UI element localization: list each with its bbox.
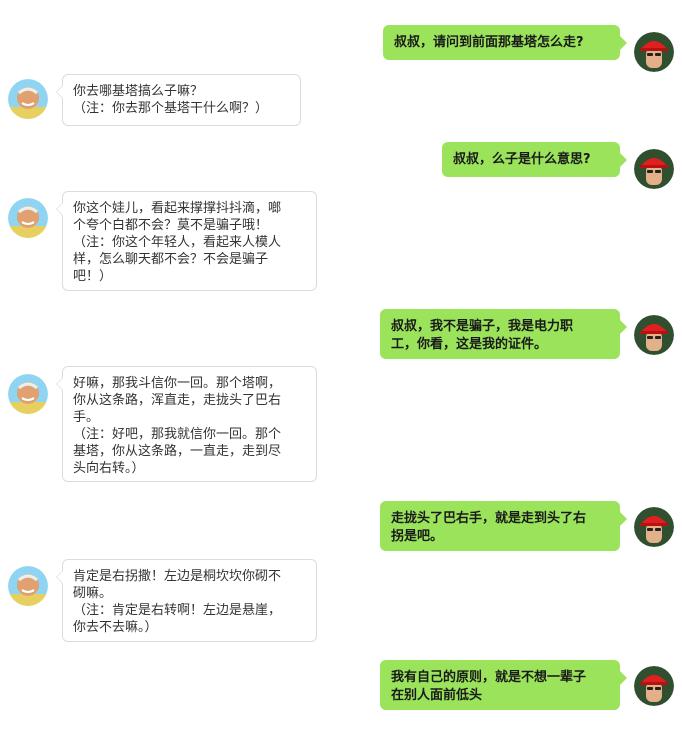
worker-avatar[interactable] (634, 315, 674, 355)
message-text-line: 在别人面前低头 (391, 688, 483, 703)
message-text-line: 叔叔，么子是什么意思? (453, 152, 591, 167)
worker-avatar[interactable] (634, 32, 674, 72)
message-text-line: （注：你去那个基塔干什么啊？） (73, 101, 269, 116)
message-text-line: 工，你看，这是我的证件。 (391, 337, 548, 352)
message-text-line: （注：肯定是右转啊！左边是悬崖， (73, 603, 282, 618)
message-text-line: 手。 (73, 410, 100, 425)
worker-avatar[interactable] (634, 149, 674, 189)
message-bubble-villager: 肯定是右拐撒！左边是桐坎坎你砌不 砌嘛。 （注：肯定是右转啊！左边是悬崖， 你去… (56, 559, 317, 642)
worker-avatar[interactable] (634, 666, 674, 706)
message-bubble-worker: 我有自己的原则，就是不想一辈子 在别人面前低头 (380, 660, 627, 710)
message-bubble-worker: 走拢头了巴右手，就是走到头了右 拐是吧。 (380, 501, 627, 551)
message-text-line: 你从这条路，浑直走，走拢头了巴右 (73, 393, 282, 408)
old-man-avatar[interactable] (8, 566, 48, 606)
message-text-line: 肯定是右拐撒！左边是桐坎坎你砌不 (73, 569, 282, 584)
message-text-line: 叔叔，我不是骗子，我是电力职 (391, 319, 574, 334)
message-text-line: 好嘛，那我斗信你一回。那个塔啊， (73, 376, 282, 391)
message-text-line: 个夸个白都不会？莫不是骗子哦！ (73, 218, 269, 233)
message-text-line: 你这个娃儿，看起来撑撑抖抖滴，啷 (73, 201, 282, 216)
message-text-line: 走拢头了巴右手，就是走到头了右 (391, 511, 587, 526)
old-man-avatar[interactable] (8, 198, 48, 238)
message-bubble-worker: 叔叔，请问到前面那基塔怎么走? (383, 25, 627, 60)
worker-avatar[interactable] (634, 507, 674, 547)
message-bubble-villager: 好嘛，那我斗信你一回。那个塔啊， 你从这条路，浑直走，走拢头了巴右 手。 （注：… (56, 366, 317, 482)
message-text-line: 你去不去嘛。） (73, 620, 158, 635)
message-text-line: 砌嘛。 (73, 586, 113, 601)
message-text-line: 吧！） (73, 269, 113, 284)
message-bubble-villager: 你去哪基塔搞么子嘛？ （注：你去那个基塔干什么啊？） (56, 74, 301, 126)
message-text-line: （注：好吧，那我就信你一回。那个 (73, 427, 282, 442)
message-text-line: 头向右转。） (73, 461, 145, 476)
message-text-line: 拐是吧。 (391, 529, 444, 544)
message-text-line: （注：你这个年轻人，看起来人模人 (73, 235, 282, 250)
message-text-line: 叔叔，请问到前面那基塔怎么走? (394, 35, 584, 50)
message-bubble-worker: 叔叔，么子是什么意思? (442, 142, 627, 177)
message-text-line: 基塔，你从这条路，一直走，走到尽 (73, 444, 282, 459)
message-bubble-worker: 叔叔，我不是骗子，我是电力职 工，你看，这是我的证件。 (380, 309, 627, 359)
old-man-avatar[interactable] (8, 79, 48, 119)
message-bubble-villager: 你这个娃儿，看起来撑撑抖抖滴，啷 个夸个白都不会？莫不是骗子哦！ （注：你这个年… (56, 191, 317, 291)
old-man-avatar[interactable] (8, 374, 48, 414)
message-text-line: 你去哪基塔搞么子嘛？ (73, 84, 204, 99)
message-text-line: 样，怎么聊天都不会？不会是骗子 (73, 252, 269, 267)
message-text-line: 我有自己的原则，就是不想一辈子 (391, 670, 587, 685)
